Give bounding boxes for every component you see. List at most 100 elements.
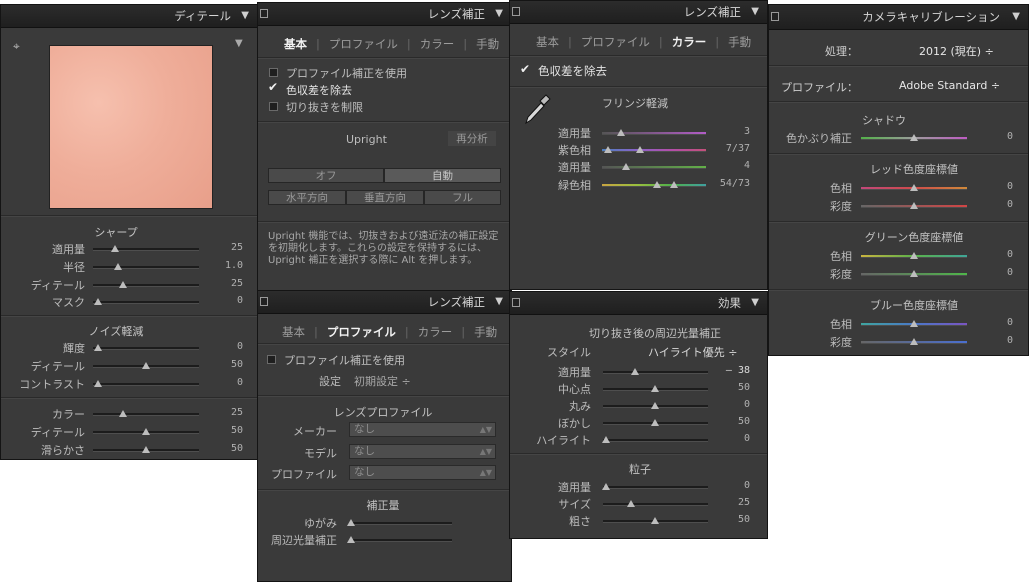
slider-thumb[interactable] [602, 483, 610, 490]
slider-value[interactable]: 50 [201, 359, 243, 370]
slider-value[interactable]: 1.0 [201, 260, 243, 271]
slider-track[interactable] [603, 503, 708, 506]
slider-track[interactable] [93, 266, 199, 269]
slider-thumb[interactable] [119, 281, 127, 288]
slider-value[interactable]: 50 [706, 382, 750, 393]
tab-profile[interactable]: プロファイル [329, 37, 398, 51]
tab-manual[interactable]: 手動 [476, 37, 499, 51]
slider-value[interactable]: 25 [201, 242, 243, 253]
slider-thumb[interactable] [114, 263, 122, 270]
target-crosshair-icon[interactable]: ⌖ [13, 39, 20, 54]
slider-thumb[interactable] [94, 380, 102, 387]
slider-thumb-right[interactable] [670, 181, 678, 188]
slider-thumb[interactable] [142, 446, 150, 453]
slider-thumb[interactable] [142, 362, 150, 369]
detail-panel-header[interactable]: ディテール ▼ [1, 5, 257, 28]
process-dropdown[interactable]: 2012 (現在) ÷ [919, 43, 994, 59]
slider-value[interactable]: 0 [201, 295, 243, 306]
style-dropdown[interactable]: ハイライト優先 ÷ [648, 344, 738, 360]
slider-value[interactable]: 0 [706, 480, 750, 491]
reanalyze-button[interactable]: 再分析 [448, 131, 496, 146]
slider-value[interactable]: 54/73 [706, 178, 750, 189]
slider-thumb-left[interactable] [604, 146, 612, 153]
slider-value[interactable]: 50 [201, 425, 243, 436]
slider-thumb[interactable] [651, 385, 659, 392]
collapse-triangle-icon[interactable]: ▼ [751, 292, 759, 314]
maker-select[interactable]: なし ▲▼ [349, 422, 496, 437]
collapse-triangle-icon[interactable]: ▼ [241, 5, 249, 27]
slider-track[interactable] [93, 248, 199, 251]
slider-thumb[interactable] [910, 320, 918, 327]
collapse-triangle-icon[interactable]: ▼ [1012, 5, 1020, 29]
slider-thumb-right[interactable] [636, 146, 644, 153]
slider-thumb[interactable] [94, 344, 102, 351]
panel-toggle-icon[interactable] [260, 9, 268, 18]
model-select[interactable]: なし ▲▼ [349, 444, 496, 459]
upright-auto-button[interactable]: 自動 [384, 168, 501, 183]
slider-value[interactable]: 25 [201, 278, 243, 289]
slider-value[interactable]: 0 [201, 377, 243, 388]
check-icon[interactable]: ✔ [520, 62, 530, 76]
slider-value[interactable]: 0 [969, 181, 1013, 192]
profile-dropdown[interactable]: Adobe Standard ÷ [899, 79, 1000, 92]
slider-value[interactable]: 0 [969, 317, 1013, 328]
profile-select[interactable]: なし ▲▼ [349, 465, 496, 480]
slider-track[interactable] [603, 486, 708, 489]
slider-thumb[interactable] [910, 202, 918, 209]
slider-thumb[interactable] [94, 298, 102, 305]
slider-thumb[interactable] [347, 519, 355, 526]
slider-thumb[interactable] [651, 517, 659, 524]
panel-toggle-icon[interactable] [771, 12, 779, 21]
slider-track[interactable] [349, 539, 452, 542]
slider-value[interactable]: 50 [706, 514, 750, 525]
slider-track[interactable] [93, 284, 199, 287]
tab-basic[interactable]: 基本 [536, 35, 559, 49]
slider-value[interactable]: 7/37 [706, 143, 750, 154]
slider-value[interactable]: 4 [706, 160, 750, 171]
slider-value[interactable]: 25 [201, 407, 243, 418]
tab-basic[interactable]: 基本 [282, 325, 305, 339]
slider-value[interactable]: 50 [706, 416, 750, 427]
slider-thumb-left[interactable] [653, 181, 661, 188]
green-amount-track[interactable] [602, 166, 706, 169]
tab-basic[interactable]: 基本 [284, 37, 307, 51]
preview-menu-triangle-icon[interactable]: ▼ [235, 38, 243, 49]
tab-manual[interactable]: 手動 [728, 35, 751, 49]
lens-color-header[interactable]: レンズ補正 ▼ [510, 1, 767, 24]
slider-track[interactable] [349, 522, 452, 525]
slider-value[interactable]: 0 [706, 433, 750, 444]
slider-value[interactable]: 50 [201, 443, 243, 454]
slider-track[interactable] [93, 383, 199, 386]
slider-thumb[interactable] [622, 163, 630, 170]
slider-value[interactable]: 0 [969, 199, 1013, 210]
effects-header[interactable]: 効果 ▼ [510, 292, 767, 315]
panel-toggle-icon[interactable] [512, 7, 520, 16]
tab-profile[interactable]: プロファイル [581, 35, 650, 49]
slider-value[interactable]: 0 [969, 335, 1013, 346]
slider-value[interactable]: – 38 [706, 365, 750, 376]
slider-track[interactable] [93, 347, 199, 350]
slider-thumb[interactable] [602, 436, 610, 443]
slider-thumb[interactable] [119, 410, 127, 417]
panel-toggle-icon[interactable] [512, 298, 520, 307]
upright-level-button[interactable]: 水平方向 [268, 190, 346, 205]
collapse-triangle-icon[interactable]: ▼ [751, 1, 759, 23]
profile-correction-checkbox[interactable] [267, 355, 276, 364]
detail-preview-image[interactable] [49, 45, 213, 209]
slider-value[interactable]: 25 [706, 497, 750, 508]
setup-dropdown[interactable]: 初期設定 ÷ [354, 373, 411, 389]
calibration-header[interactable]: カメラキャリブレーション ▼ [769, 5, 1028, 30]
upright-off-button[interactable]: オフ [268, 168, 384, 183]
tab-color[interactable]: カラー [418, 325, 453, 339]
check-icon[interactable]: ✔ [268, 80, 278, 94]
slider-track[interactable] [603, 371, 708, 374]
slider-value[interactable]: 0 [969, 267, 1013, 278]
lens-basic-header[interactable]: レンズ補正 ▼ [258, 3, 511, 26]
upright-vertical-button[interactable]: 垂直方向 [346, 190, 424, 205]
slider-thumb[interactable] [142, 428, 150, 435]
slider-track[interactable] [603, 439, 708, 442]
slider-thumb[interactable] [651, 402, 659, 409]
panel-toggle-icon[interactable] [260, 297, 268, 306]
lens-profile-header[interactable]: レンズ補正 ▼ [258, 291, 511, 314]
tab-manual[interactable]: 手動 [474, 325, 497, 339]
